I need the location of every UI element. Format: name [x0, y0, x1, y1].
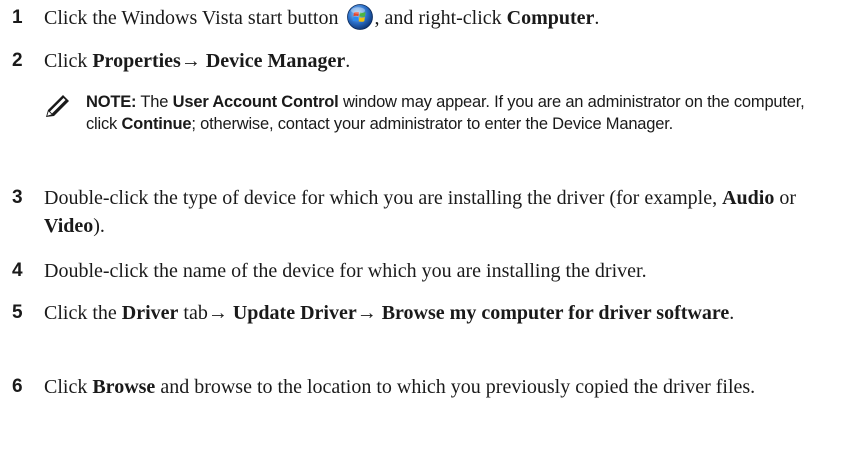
windows-vista-start-orb-icon — [347, 4, 374, 30]
step-number: 4 — [12, 260, 23, 281]
step-text: Click Browse and browse to the location … — [44, 376, 756, 398]
note-pencil-icon — [44, 93, 72, 119]
note-text: NOTE: The User Account Control window ma… — [86, 93, 805, 133]
step-number: 1 — [12, 7, 23, 28]
step-text: Double-click the name of the device for … — [44, 260, 647, 282]
step-number: 2 — [12, 50, 23, 71]
instructions-page: 1 Click the Windows Vista start button ,… — [0, 0, 848, 450]
step-text: Click Properties→ Device Manager. — [44, 50, 351, 72]
step-text: Click the Driver tab→ Update Driver→ Bro… — [44, 302, 735, 324]
step-text: Double-click the type of device for whic… — [44, 187, 797, 237]
step-number: 3 — [12, 187, 23, 208]
step-number: 5 — [12, 302, 23, 323]
step-number: 6 — [12, 376, 23, 397]
step-text: Click the Windows Vista start button , a… — [44, 4, 830, 32]
